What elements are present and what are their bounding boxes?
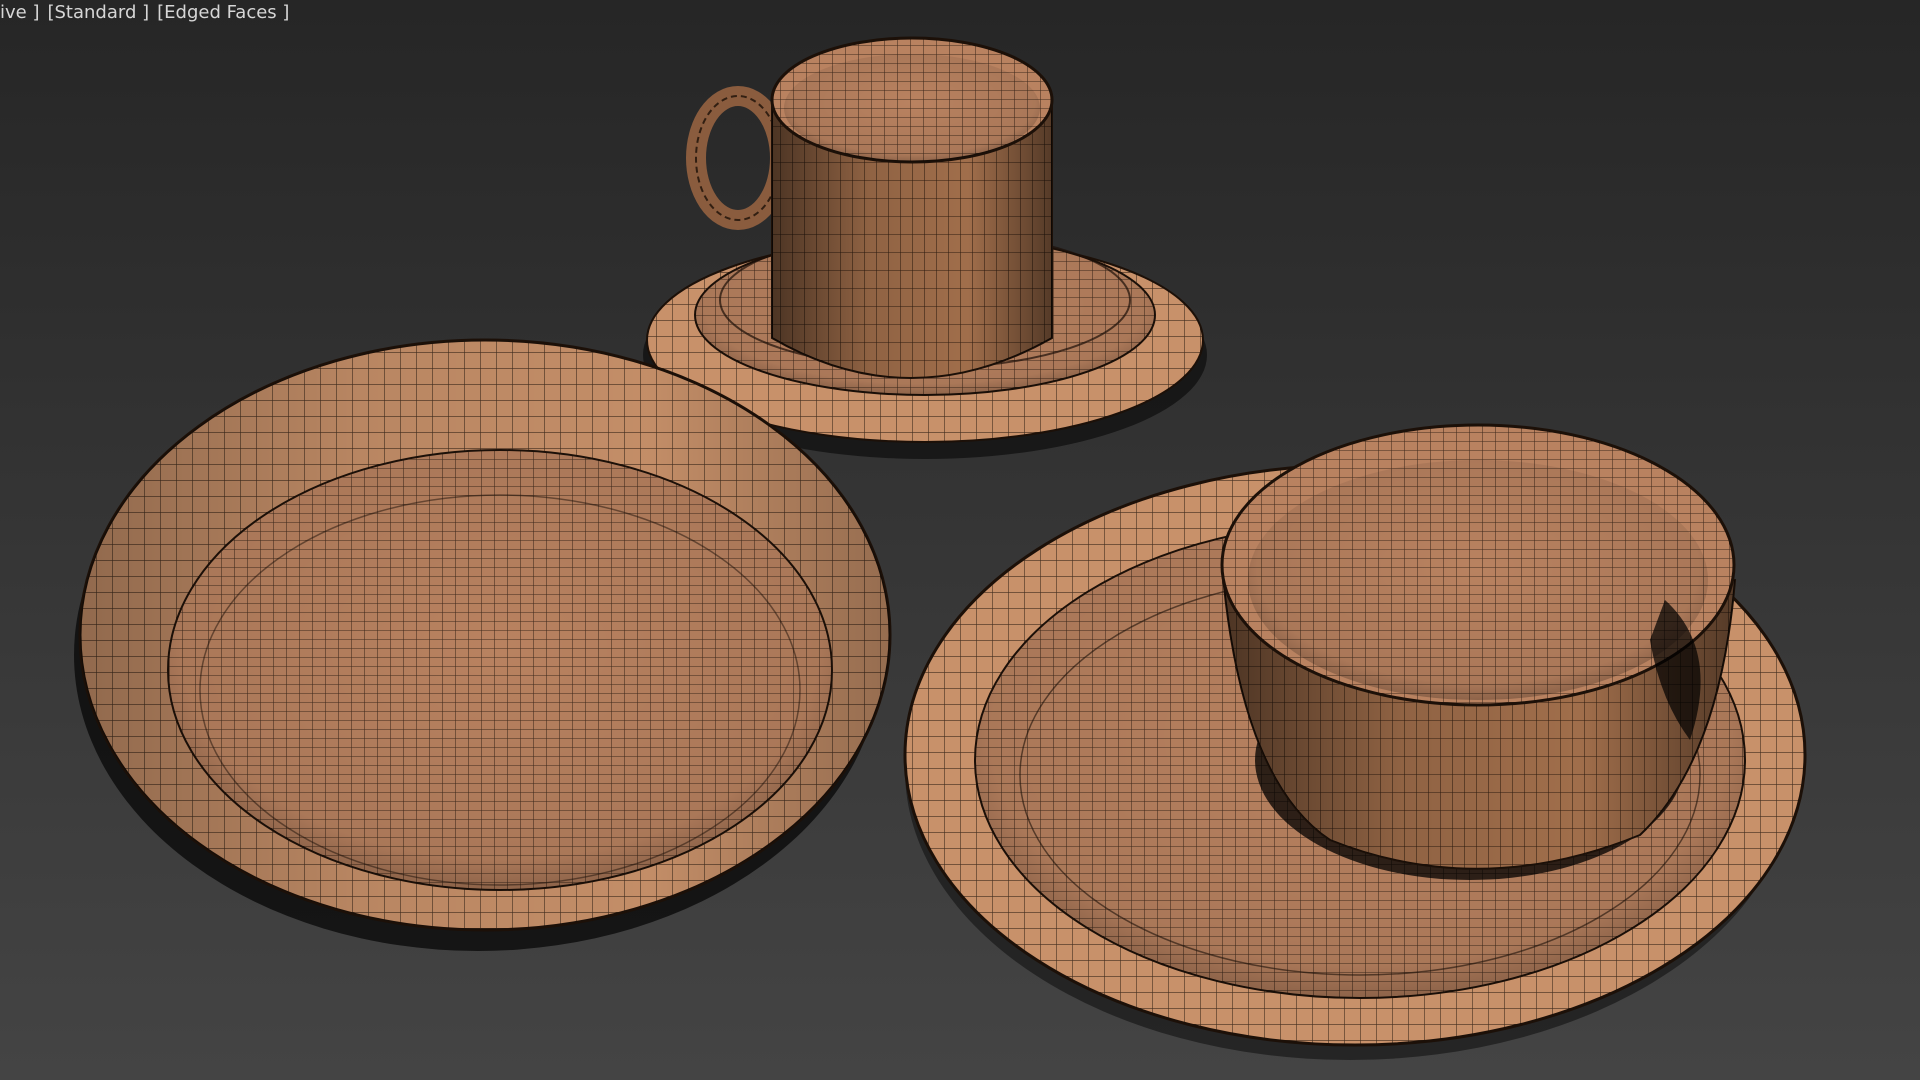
shading-mode-label[interactable]: [Standard ] [47,2,149,26]
small-bowl[interactable] [1220,423,1737,880]
viewport-label[interactable]: ive ] [Standard ] [Edged Faces ] [0,2,289,26]
view-label[interactable]: ive ] [0,2,39,26]
scene-canvas[interactable] [0,0,1920,1080]
edged-faces-label[interactable]: [Edged Faces ] [157,2,289,26]
deep-dish[interactable] [74,338,892,951]
3d-viewport[interactable]: ive ] [Standard ] [Edged Faces ] [0,0,1920,1080]
